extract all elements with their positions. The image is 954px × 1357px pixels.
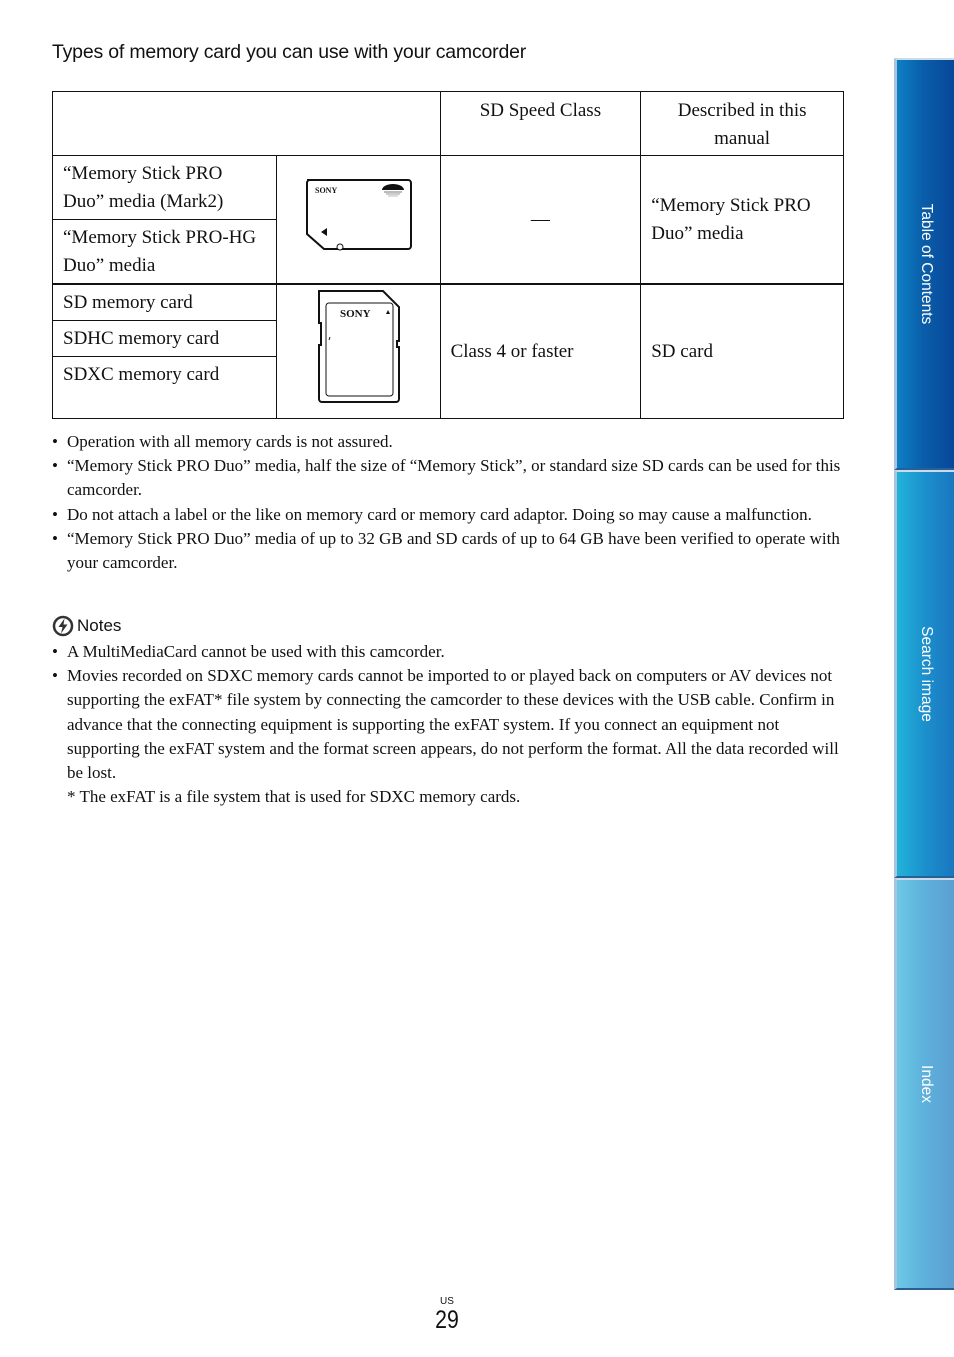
card-brand-label: SONY — [315, 186, 337, 195]
notes-icon — [52, 615, 74, 637]
bullet-text: “Memory Stick PRO Duo” media of up to 32… — [67, 528, 840, 573]
footnote: * The exFAT is a file system that is use… — [67, 787, 521, 807]
memory-card-table: SD Speed Class Described in this manual … — [52, 90, 844, 420]
sd-card-icon: SONY — [318, 290, 401, 404]
list-item: • “Memory Stick PRO Duo” media, half the … — [52, 456, 841, 500]
list-item: • A MultiMediaCard cannot be used with th… — [52, 642, 445, 661]
card-name: “Memory Stick PRO-HG Duo” media — [52, 219, 277, 285]
speed-class-value: — — [439, 155, 642, 285]
notes-list: • A MultiMediaCard cannot be used with th… — [52, 640, 842, 809]
side-navigation: Table of Contents Search image Index — [894, 58, 954, 1290]
memory-stick-icon: SONY — [306, 179, 413, 251]
card-name: SDHC memory card — [52, 319, 277, 357]
described-value: “Memory Stick PRO Duo” media — [640, 155, 844, 285]
speed-class-value: Class 4 or faster — [439, 283, 642, 420]
info-bullet-list: • Operation with all memory cards is not … — [52, 430, 842, 575]
tab-label: Search image — [917, 626, 935, 722]
header-described: Described in this manual — [640, 90, 844, 157]
header-speed-class: SD Speed Class — [439, 90, 642, 157]
table-row: SD memory card SONY Class 4 or faster SD… — [52, 283, 844, 420]
tab-search-image[interactable]: Search image — [894, 470, 954, 878]
card-brand-label: SONY — [340, 308, 371, 320]
page-number-value: 29 — [435, 1306, 459, 1334]
list-item: • Operation with all memory cards is not … — [52, 432, 393, 451]
card-name: “Memory Stick PRO Duo” media (Mark2) — [52, 155, 277, 221]
tab-label: Table of Contents — [917, 203, 935, 325]
tab-index[interactable]: Index — [894, 878, 954, 1290]
bullet-text: “Memory Stick PRO Duo” media, half the s… — [67, 456, 841, 500]
list-item: • “Memory Stick PRO Duo” media of up to 3… — [52, 528, 840, 573]
header-blank — [52, 90, 441, 157]
table-row: “Memory Stick PRO Duo” media (Mark2) SON… — [52, 155, 844, 285]
tab-table-of-contents[interactable]: Table of Contents — [894, 58, 954, 470]
notes-title: Notes — [77, 616, 122, 635]
notes-heading: Notes — [52, 615, 121, 637]
described-value: SD card — [640, 283, 844, 420]
tab-label: Index — [917, 1065, 935, 1103]
table-header-row: SD Speed Class Described in this manual — [52, 90, 844, 157]
card-name: SD memory card — [52, 283, 277, 321]
card-name: SDXC memory card — [52, 355, 277, 420]
list-item: • Do not attach a label or the like on me… — [52, 504, 812, 524]
card-image-cell: SONY — [275, 155, 441, 285]
bullet-text: Do not attach a label or the like on mem… — [67, 504, 812, 524]
card-image-cell: SONY — [275, 283, 441, 420]
page-number: US 29 — [424, 1297, 470, 1334]
section-title: Types of memory card you can use with yo… — [52, 41, 527, 63]
list-item: • Movies recorded on SDXC memory cards ca… — [52, 664, 842, 809]
bullet-text: Operation with all memory cards is not a… — [67, 432, 393, 451]
note-text: A MultiMediaCard cannot be used with thi… — [67, 642, 445, 661]
note-text: Movies recorded on SDXC memory cards can… — [67, 666, 839, 783]
